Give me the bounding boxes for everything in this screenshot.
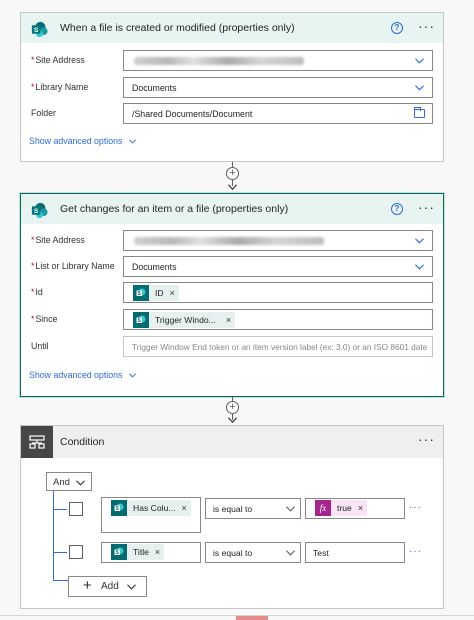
folder-field[interactable]: /Shared Documents/Document bbox=[123, 103, 433, 124]
site-address-label: *Site Address bbox=[31, 235, 85, 245]
list-name-value: Documents bbox=[132, 262, 177, 272]
sharepoint-icon: S bbox=[31, 21, 48, 38]
arrow-down-icon bbox=[228, 417, 237, 423]
trigger-card-header[interactable]: S When a file is created or modified (pr… bbox=[21, 13, 443, 43]
id-label: *Id bbox=[31, 287, 43, 297]
since-row: *Since S Trigger Windo... × bbox=[21, 309, 443, 331]
since-label: *Since bbox=[31, 314, 58, 324]
site-address-field[interactable] bbox=[123, 50, 433, 71]
until-placeholder: Trigger Window End token or an item vers… bbox=[132, 342, 428, 352]
operator-dropdown[interactable]: is equal to bbox=[205, 542, 301, 563]
library-name-value: Documents bbox=[132, 83, 177, 93]
site-address-field[interactable] bbox=[123, 230, 433, 251]
get-changes-card-header[interactable]: S Get changes for an item or a file (pro… bbox=[21, 194, 443, 224]
folder-row: Folder /Shared Documents/Document bbox=[21, 103, 443, 125]
add-condition-button[interactable]: + Add bbox=[68, 576, 147, 597]
chevron-down-icon bbox=[76, 480, 85, 486]
list-name-dropdown[interactable]: Documents bbox=[123, 256, 433, 277]
right-operand-input[interactable]: Test bbox=[305, 542, 405, 563]
since-token[interactable]: S Trigger Windo... × bbox=[133, 312, 236, 328]
chevron-down-icon[interactable] bbox=[415, 85, 424, 91]
library-name-row: *Library Name Documents bbox=[21, 77, 443, 99]
sharepoint-icon: S bbox=[133, 285, 149, 301]
condition-card-header[interactable]: Condition ··· bbox=[21, 426, 443, 458]
help-icon[interactable]: ? bbox=[391, 22, 403, 34]
group-operator-dropdown[interactable]: And bbox=[46, 472, 92, 491]
list-name-row: *List or Library Name Documents bbox=[21, 256, 443, 278]
chevron-down-icon[interactable] bbox=[415, 238, 424, 244]
title-token[interactable]: S Title × bbox=[111, 544, 165, 560]
more-icon[interactable]: ··· bbox=[418, 432, 435, 446]
folder-label: Folder bbox=[31, 108, 56, 118]
insert-step-plus-icon[interactable]: + bbox=[226, 401, 239, 414]
library-name-dropdown[interactable]: Documents bbox=[123, 77, 433, 98]
chevron-down-icon bbox=[128, 139, 136, 144]
row-more-icon[interactable]: ··· bbox=[409, 502, 422, 513]
right-operand-field[interactable]: fx true × bbox=[305, 498, 405, 519]
show-advanced-options[interactable]: Show advanced options bbox=[29, 136, 136, 146]
id-field[interactable]: S ID × bbox=[123, 282, 433, 303]
tree-line bbox=[53, 509, 67, 510]
sharepoint-icon: S bbox=[31, 202, 48, 219]
get-changes-card-title: Get changes for an item or a file (prope… bbox=[60, 203, 289, 215]
trigger-card-title: When a file is created or modified (prop… bbox=[60, 22, 295, 34]
left-operand-field[interactable]: S Title × bbox=[101, 542, 201, 563]
help-icon[interactable]: ? bbox=[391, 203, 403, 215]
left-operand-field[interactable]: S Has Colu... × bbox=[101, 497, 201, 533]
until-row: Until Trigger Window End token or an ite… bbox=[21, 336, 443, 358]
tree-line bbox=[53, 580, 69, 581]
chevron-down-icon bbox=[128, 373, 136, 378]
arrow-down-icon bbox=[228, 184, 237, 190]
condition-card-title: Condition bbox=[60, 436, 105, 448]
id-token[interactable]: S ID × bbox=[133, 285, 179, 301]
plus-icon: + bbox=[83, 577, 92, 594]
folder-icon[interactable] bbox=[414, 107, 425, 118]
bottom-tab-indicator bbox=[236, 616, 268, 620]
tree-line bbox=[53, 552, 67, 553]
has-column-token[interactable]: S Has Colu... × bbox=[111, 500, 191, 516]
row-checkbox[interactable] bbox=[69, 502, 83, 516]
remove-token-icon[interactable]: × bbox=[170, 288, 175, 298]
trigger-card[interactable]: S When a file is created or modified (pr… bbox=[20, 12, 444, 162]
library-name-label: *Library Name bbox=[31, 82, 89, 92]
remove-token-icon[interactable]: × bbox=[182, 503, 187, 513]
sharepoint-icon: S bbox=[133, 312, 149, 328]
until-input[interactable]: Trigger Window End token or an item vers… bbox=[123, 336, 433, 357]
chevron-down-icon bbox=[286, 550, 295, 556]
get-changes-card[interactable]: S Get changes for an item or a file (pro… bbox=[20, 193, 444, 397]
show-advanced-options[interactable]: Show advanced options bbox=[29, 370, 136, 380]
since-field[interactable]: S Trigger Windo... × bbox=[123, 309, 433, 330]
fx-icon: fx bbox=[315, 500, 331, 516]
redacted-value bbox=[134, 237, 324, 245]
chevron-down-icon bbox=[127, 584, 136, 590]
operator-dropdown[interactable]: is equal to bbox=[205, 498, 301, 519]
remove-token-icon[interactable]: × bbox=[155, 547, 160, 557]
condition-card[interactable]: Condition ··· And S Has Colu... × is equ… bbox=[20, 425, 444, 609]
condition-icon bbox=[21, 426, 53, 458]
sharepoint-icon: S bbox=[111, 500, 127, 516]
list-name-label: *List or Library Name bbox=[31, 261, 115, 271]
more-icon[interactable]: ··· bbox=[418, 200, 435, 214]
tree-line bbox=[53, 491, 54, 580]
expression-token[interactable]: fx true × bbox=[315, 500, 368, 516]
id-row: *Id S ID × bbox=[21, 282, 443, 304]
folder-value: /Shared Documents/Document bbox=[132, 109, 253, 119]
row-more-icon[interactable]: ··· bbox=[409, 546, 422, 557]
row-checkbox[interactable] bbox=[69, 545, 83, 559]
more-icon[interactable]: ··· bbox=[418, 19, 435, 33]
chevron-down-icon bbox=[286, 506, 295, 512]
site-address-row: *Site Address bbox=[21, 50, 443, 72]
svg-text:S: S bbox=[34, 27, 39, 34]
svg-text:S: S bbox=[34, 208, 39, 215]
site-address-row: *Site Address bbox=[21, 230, 443, 252]
redacted-value bbox=[134, 57, 304, 65]
remove-token-icon[interactable]: × bbox=[358, 503, 363, 513]
chevron-down-icon[interactable] bbox=[415, 58, 424, 64]
chevron-down-icon[interactable] bbox=[415, 264, 424, 270]
remove-token-icon[interactable]: × bbox=[226, 315, 231, 325]
insert-step-plus-icon[interactable]: + bbox=[226, 167, 239, 180]
sharepoint-icon: S bbox=[111, 544, 127, 560]
site-address-label: *Site Address bbox=[31, 55, 85, 65]
until-label: Until bbox=[31, 341, 49, 351]
